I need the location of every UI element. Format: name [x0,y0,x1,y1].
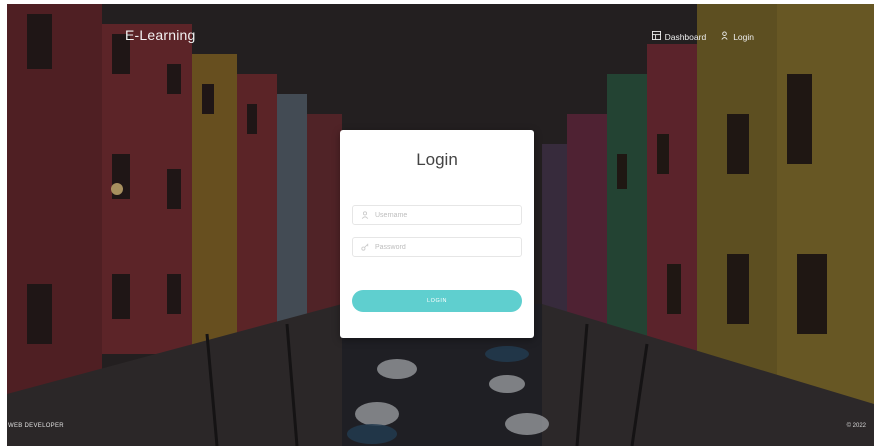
dashboard-icon [651,31,661,42]
nav-item-login[interactable]: Login [720,31,754,42]
brand-logo-text[interactable]: E-Learning [125,27,196,43]
footer-credit: WEB DEVELOPER [8,423,64,429]
nav-item-dashboard[interactable]: Dashboard [651,31,707,42]
key-icon [360,242,370,252]
nav-item-label: Login [733,31,754,42]
nav-item-label: Dashboard [664,31,707,42]
user-icon [360,210,370,220]
username-field[interactable] [352,205,522,225]
footer-copyright: © 2022 [846,423,866,429]
top-nav: Dashboard Login [651,31,754,42]
login-title: Login [416,150,458,169]
login-card: Login LOGIN [340,130,534,338]
user-icon [720,31,729,42]
username-input[interactable] [375,207,515,223]
password-field[interactable] [352,237,522,257]
login-button[interactable]: LOGIN [352,290,522,312]
password-input[interactable] [375,239,515,255]
